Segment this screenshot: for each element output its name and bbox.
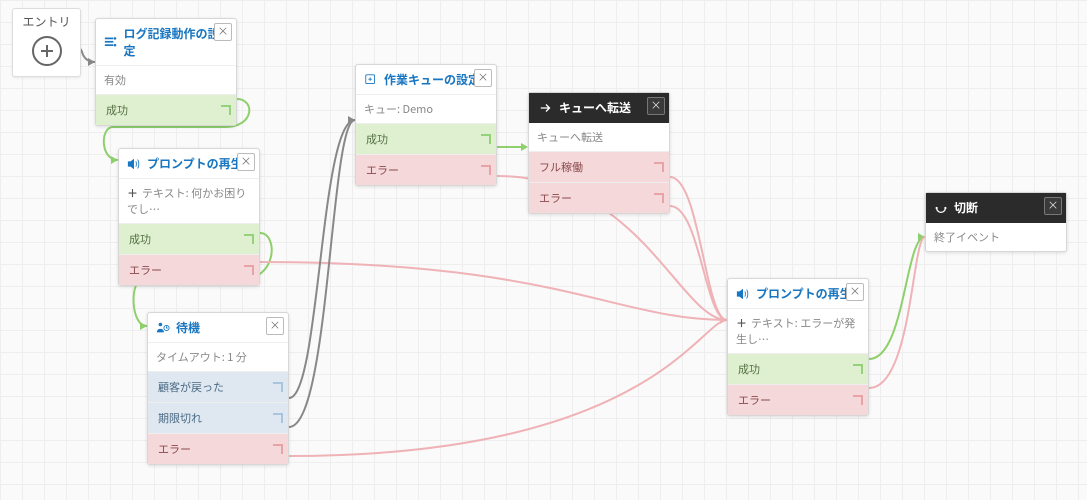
entry-node[interactable]: エントリ [12,8,81,77]
output-error[interactable]: エラー [119,254,259,285]
node-transfer[interactable]: × キューへ転送 キューへ転送 フル稼働 エラー [528,92,670,214]
close-icon[interactable]: × [1044,197,1062,215]
node-wait[interactable]: × 待機 タイムアウト: 1 分 顧客が戻った 期限切れ エラー [147,312,289,465]
close-icon[interactable]: × [237,153,255,171]
transfer-icon [539,101,553,115]
output-success[interactable]: 成功 [119,223,259,254]
person-wait-icon [156,321,170,335]
close-icon[interactable]: × [266,317,284,335]
node-body: キュー: Demo [356,95,496,123]
output-customer-returned[interactable]: 顧客が戻った [148,371,288,402]
output-error[interactable]: エラー [728,384,868,415]
settings-icon [104,35,118,49]
node-title: ログ記録動作の設定 [124,25,228,59]
node-title: 待機 [176,319,200,336]
node-disconnect[interactable]: × 切断 終了イベント [925,192,1067,252]
close-icon[interactable]: × [214,23,232,41]
node-queue[interactable]: × 作業キューの設定 キュー: Demo 成功 エラー [355,64,497,186]
flow-canvas[interactable]: エントリ × ログ記録動作の設定 有効 成功 × プロンプトの再生 ＋テキスト:… [0,0,1087,500]
output-success[interactable]: 成功 [96,94,236,125]
entry-icon [32,36,62,66]
add-icon[interactable]: ＋ [736,315,747,331]
output-success[interactable]: 成功 [728,353,868,384]
node-body: キューへ転送 [529,123,669,151]
close-icon[interactable]: × [474,69,492,87]
output-at-capacity[interactable]: フル稼働 [529,151,669,182]
node-body: ＋テキスト: エラーが発生し… [728,309,868,353]
node-title: 切断 [954,199,978,216]
queue-icon [364,73,378,87]
output-error[interactable]: エラー [529,182,669,213]
node-prompt-1[interactable]: × プロンプトの再生 ＋テキスト: 何かお困りでし… 成功 エラー [118,148,260,286]
output-error[interactable]: エラー [148,433,288,464]
node-body: ＋テキスト: 何かお困りでし… [119,179,259,223]
node-body: 有効 [96,66,236,94]
node-title: キューへ転送 [559,99,631,116]
node-title: プロンプトの再生 [147,155,243,172]
node-log[interactable]: × ログ記録動作の設定 有効 成功 [95,18,237,126]
close-icon[interactable]: × [647,97,665,115]
speaker-icon [127,157,141,171]
disconnect-icon [934,201,948,215]
speaker-icon [736,287,750,301]
output-error[interactable]: エラー [356,154,496,185]
node-title: 作業キューの設定 [384,71,480,88]
node-prompt-2[interactable]: × プロンプトの再生 ＋テキスト: エラーが発生し… 成功 エラー [727,278,869,416]
output-timeout[interactable]: 期限切れ [148,402,288,433]
output-success[interactable]: 成功 [356,123,496,154]
node-body: タイムアウト: 1 分 [148,343,288,371]
node-body: 終了イベント [926,223,1066,251]
add-icon[interactable]: ＋ [127,185,138,201]
node-title: プロンプトの再生 [756,285,852,302]
close-icon[interactable]: × [846,283,864,301]
entry-label: エントリ [22,13,70,30]
